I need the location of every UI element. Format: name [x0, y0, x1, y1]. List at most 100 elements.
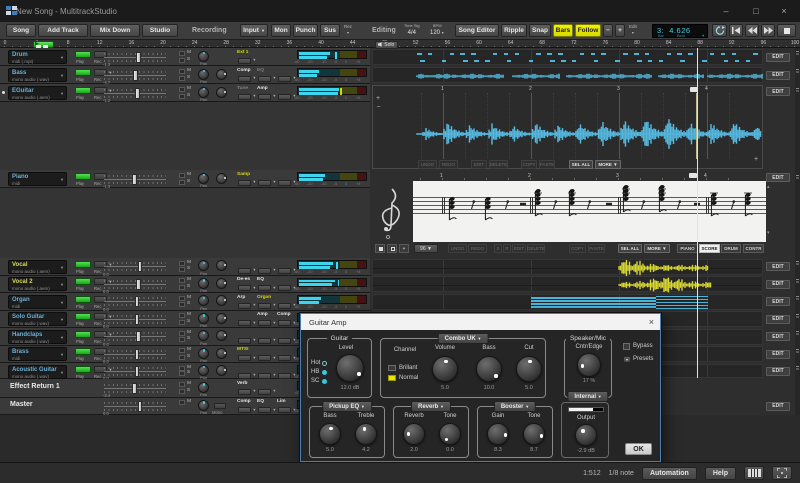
- mute-button[interactable]: [179, 173, 185, 178]
- effect-slot-arrow[interactable]: ▼: [253, 356, 257, 360]
- effect-slot-button[interactable]: [278, 268, 291, 274]
- fast-forward-button[interactable]: [761, 24, 775, 37]
- play-enable-button[interactable]: [75, 366, 91, 373]
- effect-slot-button[interactable]: [238, 76, 251, 82]
- punch-out-marker[interactable]: [43, 45, 48, 49]
- effect-slot-button[interactable]: [258, 355, 271, 361]
- play-enable-button[interactable]: [75, 331, 91, 338]
- row-resize-handle[interactable]: [796, 51, 800, 56]
- score-sel-all-button[interactable]: SEL ALL: [618, 244, 642, 253]
- mute-button[interactable]: [179, 87, 185, 92]
- effect-slot-button[interactable]: [278, 320, 291, 326]
- track-edit-button[interactable]: EDIT: [766, 71, 790, 80]
- effect-slot-arrow[interactable]: ▼: [273, 94, 277, 98]
- row-resize-handle[interactable]: [796, 261, 800, 266]
- eguitar-editor[interactable]: 1234+−+UNDOREDOEDITDELETECOPYPASTESEL AL…: [372, 85, 763, 169]
- effect-slot-arrow[interactable]: ▼: [273, 76, 277, 80]
- note-tool-add[interactable]: +: [399, 244, 409, 253]
- zoom-in-button[interactable]: +: [615, 24, 625, 37]
- effect-slot-button[interactable]: [258, 373, 271, 379]
- send-knob[interactable]: [216, 313, 227, 324]
- resolution-dropdown[interactable]: 96 ▼: [414, 244, 438, 253]
- bpm-control[interactable]: BPM120 ▼: [430, 23, 444, 38]
- editor-button-paste[interactable]: PASTE: [539, 160, 555, 169]
- effect-slot-arrow[interactable]: ▼: [253, 338, 257, 342]
- volume-fader[interactable]: [133, 70, 138, 81]
- score-editor[interactable]: 1234▴▾+96 ▼UNDOREDOSREDITDELETECOPYPASTE…: [372, 172, 763, 256]
- effect-slot-arrow[interactable]: ▼: [273, 408, 277, 412]
- effect-slot-arrow[interactable]: ▼: [273, 180, 277, 184]
- effect-slot-button[interactable]: [258, 268, 271, 274]
- track-editor[interactable]: [372, 259, 763, 275]
- snap-button[interactable]: Snap: [529, 24, 551, 37]
- bars-toggle[interactable]: Bars: [553, 24, 573, 37]
- score-button-undo[interactable]: UNDO: [448, 244, 467, 253]
- effect-slot-button[interactable]: [238, 94, 251, 100]
- loop-button[interactable]: [712, 24, 727, 37]
- studio-button[interactable]: Studio: [142, 24, 178, 37]
- effect-slot-button[interactable]: [278, 76, 291, 82]
- send-knob[interactable]: [216, 260, 227, 271]
- row-resize-handle[interactable]: [796, 349, 800, 354]
- editor-button-edit[interactable]: EDIT: [471, 160, 487, 169]
- pan-knob[interactable]: [198, 330, 209, 341]
- solo-button[interactable]: [179, 389, 185, 394]
- effect-slot-button[interactable]: [278, 373, 291, 379]
- output-knob[interactable]: [575, 424, 597, 446]
- effect-slot-arrow[interactable]: ▼: [253, 286, 257, 290]
- solo-button[interactable]: [179, 180, 185, 185]
- effect-slot-button[interactable]: [278, 303, 291, 309]
- track-edit-button[interactable]: EDIT: [766, 315, 790, 324]
- effect-slot-button[interactable]: [258, 285, 271, 291]
- fullscreen-button[interactable]: [772, 466, 792, 480]
- cut-knob[interactable]: [516, 356, 542, 382]
- score-button-paste[interactable]: PASTE: [588, 244, 605, 253]
- eguitar-edit-button[interactable]: EDIT: [766, 87, 790, 96]
- mon-button[interactable]: Mon: [271, 24, 291, 37]
- effect-slot-button[interactable]: [258, 180, 271, 186]
- effect-slot-button[interactable]: [278, 180, 291, 186]
- track-edit-button[interactable]: EDIT: [766, 53, 790, 62]
- play-enable-button[interactable]: [75, 87, 91, 94]
- pan-knob[interactable]: [198, 348, 209, 359]
- minimize-button[interactable]: –: [712, 0, 740, 22]
- automation-button[interactable]: Automation: [642, 467, 697, 480]
- track-editor[interactable]: [372, 49, 763, 66]
- editor-button-undo[interactable]: UNDO: [418, 160, 437, 169]
- volume-fader[interactable]: [138, 261, 143, 272]
- sus-button[interactable]: Sus: [320, 24, 340, 37]
- send-knob[interactable]: [216, 348, 227, 359]
- solo-button[interactable]: [179, 355, 185, 360]
- score-tab-score[interactable]: SCORE: [699, 244, 720, 253]
- pickup-treble-knob[interactable]: [355, 423, 377, 445]
- effect-slot-arrow[interactable]: ▼: [253, 268, 257, 272]
- volume-fader[interactable]: [138, 401, 143, 412]
- rec-dropdown[interactable]: Rec▼: [344, 24, 352, 37]
- track-menu-arrow[interactable]: ▼: [60, 300, 64, 305]
- level-knob[interactable]: [336, 354, 364, 382]
- skip-start-button[interactable]: [729, 24, 743, 37]
- score-button-copy[interactable]: COPY: [569, 244, 586, 253]
- dialog-title-bar[interactable]: Guitar Amp ×: [301, 314, 660, 330]
- pan-knob[interactable]: [198, 69, 209, 80]
- mute-button[interactable]: [179, 261, 185, 266]
- mute-button[interactable]: [179, 331, 185, 336]
- volume-fader[interactable]: [135, 88, 140, 99]
- score-button-r[interactable]: R: [503, 244, 511, 253]
- pan-knob[interactable]: [198, 260, 209, 271]
- effect-slot-arrow[interactable]: ▼: [253, 321, 257, 325]
- time-sig-control[interactable]: Time Sig4/4: [404, 23, 420, 38]
- row-resize-handle[interactable]: [796, 366, 800, 371]
- effect-slot-arrow[interactable]: ▼: [273, 389, 277, 393]
- track-menu-arrow[interactable]: ▼: [60, 73, 64, 78]
- more-button[interactable]: MORE ▼: [595, 160, 621, 169]
- solo-button[interactable]: [179, 371, 185, 376]
- song-button[interactable]: Song: [6, 24, 36, 37]
- track-edit-button[interactable]: EDIT: [766, 297, 790, 306]
- row-resize-handle[interactable]: [796, 175, 800, 180]
- pan-knob[interactable]: [198, 173, 209, 184]
- master-edit-button[interactable]: EDIT: [766, 402, 790, 411]
- volume-fader[interactable]: [135, 349, 140, 360]
- score-button-delete[interactable]: DELETE: [527, 244, 545, 253]
- booster-gain-knob[interactable]: [487, 423, 509, 445]
